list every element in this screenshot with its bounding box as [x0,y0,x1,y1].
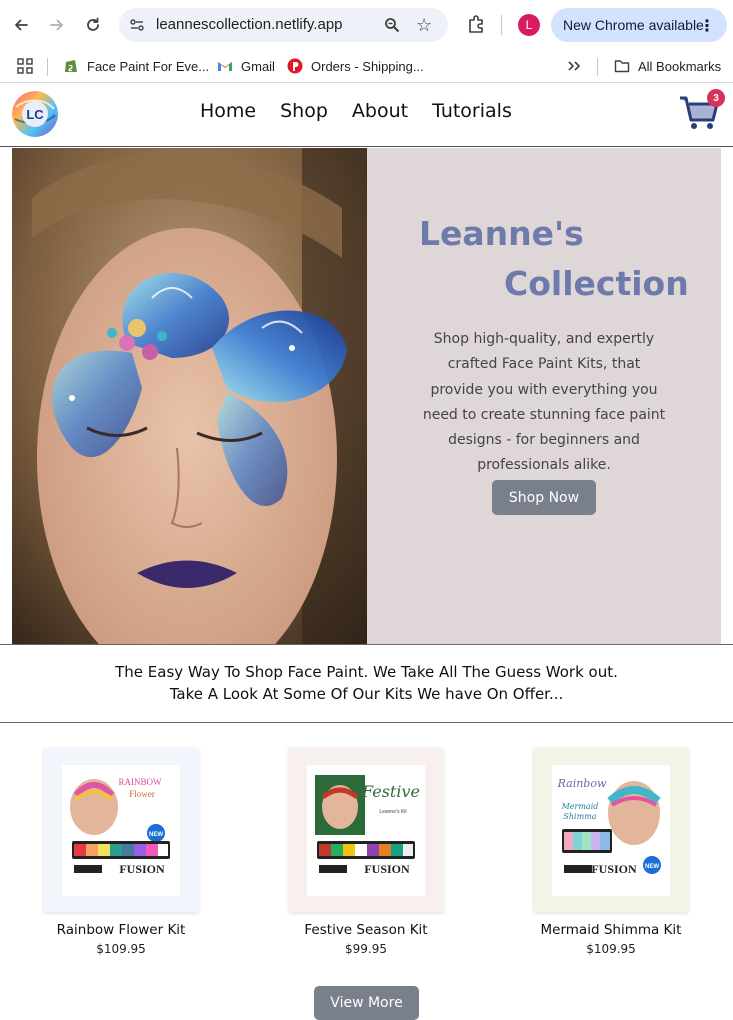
nav-home[interactable]: Home [200,100,256,122]
divider [0,722,733,723]
svg-text:NEW: NEW [149,832,163,838]
more-bookmarks-icon[interactable] [566,55,582,77]
bookmark-label: Orders - Shipping... [311,58,424,74]
main-nav: Home Shop About Tutorials [200,100,536,122]
divider [0,644,733,645]
svg-text:Leanne's Kit: Leanne's Kit [379,809,407,815]
bookmark-item[interactable]: Gmail [217,55,275,77]
all-bookmarks[interactable]: All Bookmarks [614,55,721,77]
bookmarks-divider [597,58,598,76]
all-bookmarks-label: All Bookmarks [638,58,722,74]
hero-section: Leanne's Collection Shop high-quality, a… [12,148,721,644]
product-name[interactable]: Rainbow Flower Kit [44,922,198,938]
address-bar[interactable]: leannescollection.netlify.app ☆ [119,8,448,42]
product-name[interactable]: Mermaid Shimma Kit [534,922,688,938]
hero-title-line2: Collection [504,264,689,303]
shopify-icon [65,60,77,72]
svg-text:FUSION: FUSION [119,862,165,876]
svg-text:RAINBOW: RAINBOW [119,777,163,787]
product-image[interactable]: Rainbow Mermaid Shimma NEW FUSION [552,765,670,896]
product-image-frame[interactable]: Festive Leanne's Kit FUSION [289,748,443,912]
bookmark-label: Face Paint For Eve... [87,58,210,74]
product-card[interactable]: Rainbow Mermaid Shimma NEW FUSION Mermai… [534,748,688,956]
product-image[interactable]: Festive Leanne's Kit FUSION [307,765,425,896]
nav-tutorials[interactable]: Tutorials [432,100,512,122]
view-more-button[interactable]: View More [314,986,419,1020]
product-card[interactable]: Festive Leanne's Kit FUSION Festive Seas… [289,748,443,956]
chrome-update-button[interactable]: New Chrome available ⋮ [551,8,727,42]
bookmarks-divider [47,58,48,76]
svg-text:Rainbow: Rainbow [557,777,607,790]
back-icon[interactable] [9,13,33,37]
site-header: LC Home Shop About Tutorials 3 [0,83,733,147]
forward-icon[interactable] [45,13,69,37]
url-text[interactable]: leannescollection.netlify.app [156,16,343,33]
extensions-icon[interactable] [466,14,486,34]
svg-text:Flower: Flower [129,789,155,799]
product-image-frame[interactable]: Rainbow Mermaid Shimma NEW FUSION [534,748,688,912]
bookmark-item[interactable]: Face Paint For Eve... [63,55,209,77]
bookmark-item[interactable]: Orders - Shipping... [287,55,424,77]
site-info-icon[interactable] [129,17,145,33]
site-logo[interactable]: LC [12,91,58,137]
nav-about[interactable]: About [352,100,408,122]
tagline-line2: Take A Look At Some Of Our Kits We have … [169,685,564,703]
svg-text:FUSION: FUSION [364,862,410,876]
tagline-line1: The Easy Way To Shop Face Paint. We Take… [115,663,618,681]
hero-description: Shop high-quality, and expertly crafted … [422,331,666,474]
reload-icon[interactable] [81,13,105,37]
bookmarks-bar: Face Paint For Eve... Gmail Orders - Shi… [0,50,733,83]
svg-text:Shimma: Shimma [563,812,596,821]
folder-icon [614,60,630,73]
update-label: New Chrome available [563,17,704,33]
svg-text:Festive: Festive [361,782,420,801]
product-image-frame[interactable]: RAINBOW Flower NEW FUSION [44,748,198,912]
zoom-icon[interactable] [384,17,400,33]
product-image[interactable]: RAINBOW Flower NEW FUSION [62,765,180,896]
apps-grid-icon[interactable] [17,55,33,77]
product-price: $109.95 [96,942,146,956]
svg-text:NEW: NEW [645,864,659,870]
svg-text:Mermaid: Mermaid [561,802,599,811]
menu-kebab-icon[interactable]: ⋮ [699,16,715,35]
tagline: The Easy Way To Shop Face Paint. We Take… [0,661,733,705]
browser-toolbar: leannescollection.netlify.app ☆ L New Ch… [0,0,733,50]
product-name[interactable]: Festive Season Kit [289,922,443,938]
profile-avatar[interactable]: L [518,14,540,36]
gmail-icon [218,62,232,71]
orders-icon [287,58,303,74]
bookmark-label: Gmail [241,58,275,74]
hero-face-paint-image [12,148,367,644]
cart-count-badge: 3 [707,89,725,107]
hero-title-line1: Leanne's [419,214,584,253]
svg-text:LC: LC [26,107,44,122]
bookmark-star-icon[interactable]: ☆ [416,15,432,36]
product-price: $109.95 [586,942,636,956]
shop-now-button[interactable]: Shop Now [492,480,596,515]
svg-text:FUSION: FUSION [591,862,637,876]
product-card[interactable]: RAINBOW Flower NEW FUSION Rainbow Flower… [44,748,198,956]
product-price: $99.95 [345,942,387,956]
nav-shop[interactable]: Shop [280,100,328,122]
toolbar-divider [501,15,502,35]
